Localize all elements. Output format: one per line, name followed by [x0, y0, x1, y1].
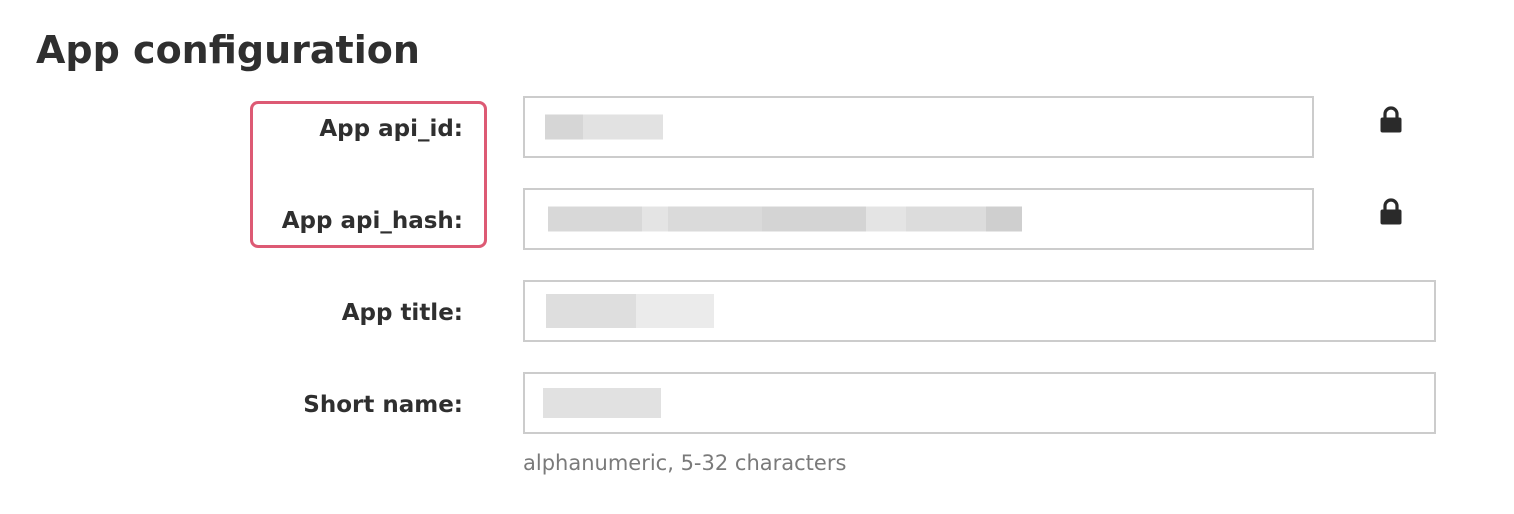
redacted-value [548, 206, 1022, 232]
api-hash-label: App api_hash: [281, 208, 463, 234]
api-id-label: App api_id: [319, 116, 463, 142]
lock-icon [1380, 106, 1402, 133]
short-name-input[interactable] [523, 372, 1436, 434]
short-name-label: Short name: [303, 392, 463, 418]
short-name-hint: alphanumeric, 5-32 characters [523, 451, 847, 475]
api-id-field[interactable] [523, 96, 1314, 158]
app-title-label: App title: [341, 300, 463, 326]
redacted-value [545, 114, 663, 140]
app-title-input[interactable] [523, 280, 1436, 342]
redacted-value [543, 388, 661, 418]
lock-icon [1380, 198, 1402, 225]
page-title: App configuration [36, 28, 420, 72]
redacted-value [546, 294, 714, 328]
api-hash-field[interactable] [523, 188, 1314, 250]
